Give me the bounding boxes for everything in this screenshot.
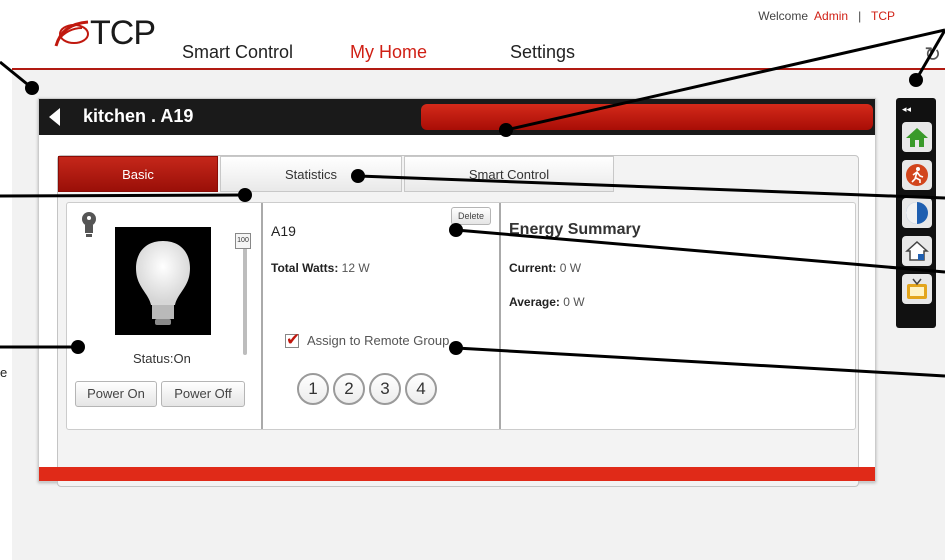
slider-thumb[interactable]: 100	[235, 233, 251, 249]
tab-content-basic: 100 Status:On Power On Power Off A19 Del…	[66, 202, 856, 430]
activity-icon[interactable]	[902, 160, 932, 190]
nav-smart-control[interactable]: Smart Control	[182, 42, 293, 63]
group-button-4[interactable]: 4	[405, 373, 437, 405]
slider-track	[243, 239, 247, 355]
logo-text: TCP	[90, 14, 156, 52]
energy-average-value: 0 W	[563, 295, 585, 309]
total-watts: Total Watts: 12 W	[271, 261, 370, 275]
top-bar: TCP Smart Control My Home Settings Welco…	[12, 0, 945, 70]
header-red-bar	[421, 104, 873, 130]
group-button-3[interactable]: 3	[369, 373, 401, 405]
total-watts-label: Total Watts:	[271, 261, 339, 275]
device-info-column: A19 Delete Total Watts: 12 W Assign to R…	[265, 203, 501, 429]
power-off-button[interactable]: Power Off	[161, 381, 245, 407]
energy-current-value: 0 W	[559, 261, 582, 275]
energy-summary-title: Energy Summary	[509, 221, 641, 238]
assign-remote-group[interactable]: Assign to Remote Group	[285, 330, 450, 350]
bulb-icon	[82, 212, 96, 237]
nav-settings[interactable]: Settings	[510, 42, 575, 63]
tab-basic[interactable]: Basic	[58, 156, 218, 192]
assign-checkbox[interactable]	[285, 330, 300, 350]
brand-link[interactable]: TCP	[871, 9, 895, 23]
nav-my-home[interactable]: My Home	[350, 42, 427, 63]
power-on-button[interactable]: Power On	[75, 381, 157, 407]
tcp-logo[interactable]: TCP	[52, 14, 156, 53]
user-link[interactable]: Admin	[814, 9, 848, 23]
device-name: A19	[271, 223, 296, 239]
panel-header: kitchen . A19	[39, 99, 875, 135]
device-tabs: Basic Statistics Smart Control 100 Statu…	[57, 155, 859, 487]
brightness-slider[interactable]: 100	[235, 233, 251, 355]
energy-summary-column: Energy Summary Current: 0 W Average: 0 W	[503, 203, 857, 429]
bulb-image	[115, 227, 211, 335]
energy-current-label: Current:	[509, 261, 557, 275]
energy-average: Average: 0 W	[509, 295, 585, 309]
device-control-column: 100 Status:On Power On Power Off	[67, 203, 263, 429]
energy-current: Current: 0 W	[509, 261, 581, 275]
tab-statistics[interactable]: Statistics	[220, 156, 402, 192]
assign-label: Assign to Remote Group	[307, 333, 450, 348]
tab-smart-control[interactable]: Smart Control	[404, 156, 614, 192]
tv-icon[interactable]	[902, 274, 932, 304]
collapse-icon[interactable]: ◂◂	[902, 104, 911, 115]
group-button-2[interactable]: 2	[333, 373, 365, 405]
group-button-1[interactable]: 1	[297, 373, 329, 405]
refresh-icon[interactable]: ↻	[924, 42, 941, 67]
annotation-cut-text: e	[0, 365, 8, 380]
delete-button[interactable]: Delete	[451, 207, 491, 225]
lightbulb-picture	[136, 241, 190, 325]
welcome-bar: Welcome Admin | TCP	[758, 9, 895, 23]
home-icon[interactable]	[902, 122, 932, 152]
back-arrow-icon[interactable]	[49, 108, 60, 126]
welcome-separator: |	[858, 9, 862, 23]
device-panel: kitchen . A19 Basic Statistics Smart Con…	[38, 98, 876, 487]
energy-average-label: Average:	[509, 295, 560, 309]
side-toolbar: ◂◂	[896, 98, 936, 328]
device-status: Status:On	[133, 351, 191, 366]
welcome-text: Welcome	[758, 9, 809, 23]
panel-title: kitchen . A19	[83, 106, 194, 126]
panel-footer-bar	[39, 467, 875, 481]
remote-group-selector: 1 2 3 4	[297, 373, 441, 405]
house-lock-icon[interactable]	[902, 236, 932, 266]
moon-icon[interactable]	[902, 198, 932, 228]
total-watts-value: 12 W	[341, 261, 370, 275]
